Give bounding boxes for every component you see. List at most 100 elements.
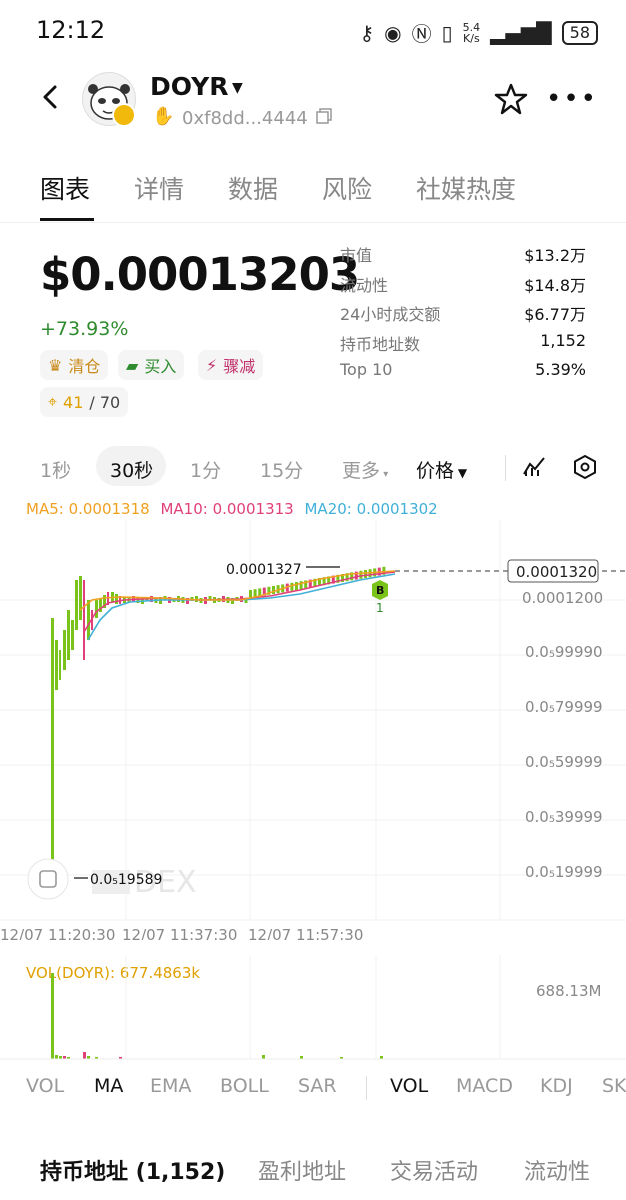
tab-risk[interactable]: 风险	[322, 170, 372, 206]
status-bar: 12:12 ⚷ ◉ Ⓝ ▯ 5.4 K/s ▂▄▆█ 58	[0, 0, 626, 62]
price-chart[interactable]: DEX 0.0001320 0.0001327 0.0₅19589 B 1 0.…	[0, 520, 626, 940]
settings-hex-icon[interactable]	[572, 454, 598, 480]
timeframe-separator	[505, 455, 506, 481]
tf-1s[interactable]: 1秒	[40, 456, 71, 483]
candle	[295, 582, 298, 590]
clear-position-chip[interactable]: ♛ 清仓	[40, 350, 109, 380]
ind-ema[interactable]: EMA	[150, 1075, 191, 1097]
status-time: 12:12	[36, 16, 106, 44]
signal-icon: ▂▄▆█	[490, 20, 552, 45]
tf-30s[interactable]: 30秒	[110, 456, 153, 483]
candle	[290, 582, 294, 591]
indicator-icon[interactable]	[522, 454, 546, 478]
candle	[59, 650, 61, 680]
ma-legend: MA5: 0.0001318 MA10: 0.0001313 MA20: 0.0…	[26, 500, 438, 518]
reset-zoom-icon[interactable]	[27, 858, 69, 900]
indicator-separator	[366, 1076, 367, 1100]
ind-sk[interactable]: SK	[602, 1075, 626, 1097]
candle	[63, 630, 66, 670]
volume-bar	[262, 1055, 265, 1059]
tf-more[interactable]: 更多 ▾	[342, 456, 388, 483]
target-icon: ⌖	[48, 392, 58, 411]
tab-liquidity[interactable]: 流动性	[524, 1154, 590, 1186]
candle	[249, 590, 252, 598]
vibrate-icon: ▯	[441, 20, 453, 45]
tab-holders[interactable]: 持币地址 (1,152)	[40, 1154, 225, 1186]
wallet-icon: ▰	[126, 355, 139, 375]
ind-vol-main[interactable]: VOL	[26, 1075, 64, 1097]
stat-market-cap: 市值 $13.2万	[340, 246, 586, 265]
ma5-label: MA5: 0.0001318	[26, 500, 150, 518]
tab-underline	[40, 218, 94, 221]
x-tick: 12/07 11:20:30	[0, 926, 115, 940]
lightning-icon: ⚡	[206, 355, 218, 375]
candle	[75, 580, 78, 630]
star-icon[interactable]	[494, 82, 528, 116]
candle	[95, 600, 98, 618]
tab-social[interactable]: 社媒热度	[416, 170, 516, 206]
volume-chart	[0, 955, 626, 1060]
hand-icon: ✋	[152, 106, 175, 127]
candle	[79, 576, 82, 620]
candles	[51, 566, 386, 862]
indicator-tabs: VOL MA EMA BOLL SAR VOL MACD KDJ SK	[0, 1075, 626, 1101]
more-icon[interactable]: •••	[546, 84, 598, 114]
price-mode-select[interactable]: 价格 ▼	[416, 456, 467, 483]
svg-text:B: B	[376, 584, 384, 597]
volume-bar	[83, 1052, 86, 1059]
low-price-label: 0.0₅19589	[90, 872, 162, 888]
x-tick: 12/07 11:57:30	[248, 926, 363, 940]
candle	[87, 600, 90, 640]
high-price-label: 0.0001327	[226, 562, 302, 578]
ind-kdj[interactable]: KDJ	[540, 1075, 573, 1097]
bottom-tabs: 持币地址 (1,152) 盈利地址 交易活动 流动性	[0, 1154, 626, 1188]
candle	[51, 618, 54, 862]
ind-macd[interactable]: MACD	[456, 1075, 513, 1097]
current-price: $0.00013203	[40, 248, 360, 301]
ind-boll[interactable]: BOLL	[220, 1075, 269, 1097]
ind-sar[interactable]: SAR	[298, 1075, 337, 1097]
current-price-label: 0.0001320	[516, 563, 597, 581]
candle	[71, 620, 74, 650]
candle	[83, 580, 85, 660]
y-tick: 0.0₅39999	[525, 808, 603, 826]
tab-data[interactable]: 数据	[228, 170, 278, 206]
price-change: +73.93%	[40, 318, 129, 340]
chain-badge-icon	[112, 103, 136, 127]
buy-trade-marker[interactable]: B 1	[372, 580, 388, 615]
score-chip[interactable]: ⌖ 41/ 70	[40, 387, 129, 417]
tf-15m[interactable]: 15分	[260, 456, 303, 483]
sharp-drop-chip[interactable]: ⚡ 骤减	[198, 350, 264, 380]
tab-profitable[interactable]: 盈利地址	[258, 1154, 346, 1186]
candle	[272, 586, 275, 594]
volume-bar	[55, 1055, 58, 1059]
y-axis-labels: 0.0001200 0.0₅99990 0.0₅79999 0.0₅59999 …	[522, 589, 603, 881]
token-address: 0xf8dd...4444	[182, 108, 308, 129]
tab-details[interactable]: 详情	[134, 170, 184, 206]
candle	[55, 640, 58, 690]
candle	[67, 610, 70, 660]
ind-ma[interactable]: MA	[94, 1075, 123, 1097]
tab-activity[interactable]: 交易活动	[390, 1154, 478, 1186]
back-icon[interactable]	[36, 82, 66, 112]
main-tabs: 图表 详情 数据 风险 社媒热度	[0, 166, 626, 223]
eye-icon: ◉	[384, 20, 402, 45]
buy-chip[interactable]: ▰ 买入	[118, 350, 185, 380]
key-icon: ⚷	[359, 20, 375, 45]
stats-panel: 市值 $13.2万 流动性 $14.8万 24小时成交额 $6.77万 持币地址数 1,…	[340, 242, 586, 390]
stat-volume-24h: 24小时成交额 $6.77万	[340, 305, 586, 324]
y-tick: 0.0₅99990	[525, 643, 603, 661]
ind-vol-sub[interactable]: VOL	[390, 1075, 428, 1097]
tf-1m[interactable]: 1分	[190, 456, 221, 483]
net-speed: 5.4 K/s	[462, 20, 481, 45]
stat-holders: 持币地址数 1,152	[340, 330, 586, 354]
y-tick: 0.0₅19999	[525, 863, 603, 881]
status-icons: ⚷ ◉ Ⓝ ▯ 5.4 K/s ▂▄▆█ 58	[359, 18, 598, 47]
copy-icon[interactable]	[316, 108, 332, 124]
candle	[359, 570, 363, 579]
tab-chart[interactable]: 图表	[40, 170, 90, 206]
stat-liquidity: 流动性 $14.8万	[340, 275, 586, 295]
ma20-line	[87, 573, 396, 641]
token-name[interactable]: DOYR	[150, 72, 228, 101]
chevron-down-icon[interactable]: ▼	[232, 80, 243, 96]
